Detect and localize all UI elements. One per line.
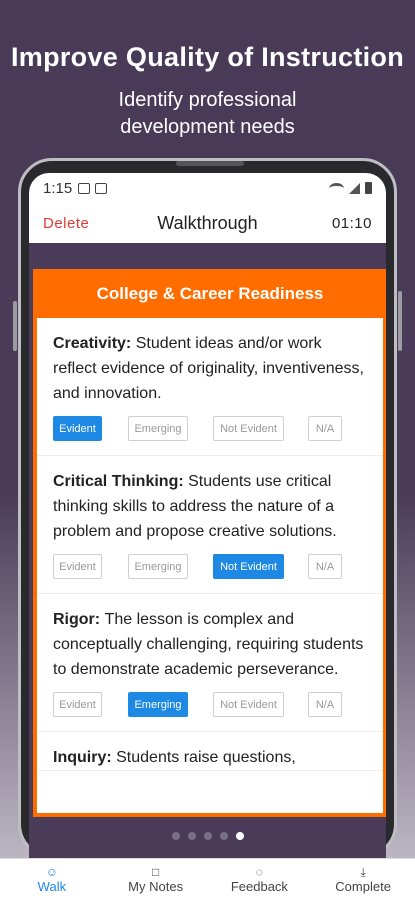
delete-button[interactable]: Delete	[43, 215, 123, 232]
note-icon: □	[152, 865, 160, 879]
rating-evident-button[interactable]: Evident	[53, 416, 102, 441]
walkthrough-timer: 01:10	[331, 214, 372, 232]
power-button	[398, 291, 402, 351]
volume-button	[13, 301, 17, 351]
nav-item-label: My Notes	[128, 879, 184, 894]
nav-item-feedback[interactable]: ◌ Feedback	[208, 859, 312, 900]
rating-na-button[interactable]: N/A	[308, 416, 342, 441]
status-time: 1:15	[43, 179, 73, 197]
rating-emerging-button[interactable]: Emerging	[128, 554, 188, 579]
rubric-item: Creativity: Student ideas and/or work re…	[37, 318, 383, 456]
image-icon	[78, 182, 91, 194]
rubric-item-text: Creativity: Student ideas and/or work re…	[53, 335, 364, 402]
rating-emerging-button[interactable]: Emerging	[128, 416, 188, 441]
nav-item-label: Complete	[335, 879, 391, 894]
rubric-item-name: Critical Thinking	[53, 473, 179, 490]
phone-screen: 1:15 Delete Walkthrough 01:10 College & …	[29, 173, 386, 873]
rubric-item-name: Inquiry	[53, 749, 107, 766]
rating-not-evident-button[interactable]: Not Evident	[213, 692, 284, 717]
nav-item-my-notes[interactable]: □ My Notes	[104, 859, 208, 900]
download-icon: ⤓	[360, 865, 366, 879]
notification-icon	[95, 182, 108, 194]
rubric-item-text: Critical Thinking: Students use critical…	[53, 473, 337, 540]
person-walk-icon: ☺	[45, 865, 58, 879]
battery-icon	[365, 182, 372, 194]
rubric-item-list: Creativity: Student ideas and/or work re…	[37, 318, 383, 771]
wifi-icon	[329, 182, 344, 194]
page-dot[interactable]	[235, 832, 244, 840]
rubric-item-name: Rigor	[53, 611, 95, 628]
rubric-item-text: Inquiry: Students raise questions,	[53, 749, 296, 766]
page-indicator	[29, 832, 386, 840]
page-dot[interactable]	[203, 832, 212, 840]
main-content: College & Career Readiness Creativity: S…	[29, 243, 386, 873]
signal-icon	[349, 182, 360, 194]
rubric-item: Inquiry: Students raise questions,	[37, 732, 383, 771]
status-bar: 1:15	[29, 173, 386, 203]
rating-na-button[interactable]: N/A	[308, 554, 342, 579]
rating-evident-button[interactable]: Evident	[53, 554, 102, 579]
app-header: Delete Walkthrough 01:10	[29, 203, 386, 243]
page-title: Walkthrough	[157, 212, 258, 233]
nav-item-label: Walk	[37, 879, 67, 894]
rating-evident-button[interactable]: Evident	[53, 692, 102, 717]
chat-icon: ◌	[255, 865, 263, 879]
rubric-card-title: College & Career Readiness	[37, 269, 383, 318]
hero-subtitle-line2: development needs	[120, 116, 295, 138]
rubric-item-description: Students raise questions,	[116, 749, 296, 766]
hero-subtitle-line1: Identify professional	[118, 89, 297, 111]
rating-options: Evident Emerging Not Evident N/A	[53, 692, 367, 717]
rating-not-evident-button[interactable]: Not Evident	[213, 554, 284, 579]
phone-frame: 1:15 Delete Walkthrough 01:10 College & …	[13, 158, 402, 873]
rating-options: Evident Emerging Not Evident N/A	[53, 554, 367, 579]
rubric-card: College & Career Readiness Creativity: S…	[33, 269, 386, 817]
bottom-navigation: ☺ Walk □ My Notes ◌ Feedback ⤓ Complete	[0, 858, 415, 900]
nav-item-walk[interactable]: ☺ Walk	[0, 859, 104, 900]
page-dot[interactable]	[219, 832, 228, 840]
phone-speaker	[176, 161, 244, 166]
rating-options: Evident Emerging Not Evident N/A	[53, 416, 367, 441]
rating-not-evident-button[interactable]: Not Evident	[213, 416, 284, 441]
page-dot[interactable]	[187, 832, 196, 840]
nav-item-label: Feedback	[230, 879, 288, 894]
rubric-item: Rigor: The lesson is complex and concept…	[37, 594, 383, 732]
rubric-item-name: Creativity	[53, 335, 126, 352]
nav-item-complete[interactable]: ⤓ Complete	[311, 859, 415, 900]
rubric-item-text: Rigor: The lesson is complex and concept…	[53, 611, 364, 678]
hero-title: Improve Quality of Instruction	[10, 42, 405, 72]
rating-emerging-button[interactable]: Emerging	[128, 692, 188, 717]
rubric-item: Critical Thinking: Students use critical…	[37, 456, 383, 594]
rating-na-button[interactable]: N/A	[308, 692, 342, 717]
hero-subtitle: Identify professional development needs	[0, 87, 415, 141]
page-dot[interactable]	[171, 832, 180, 840]
